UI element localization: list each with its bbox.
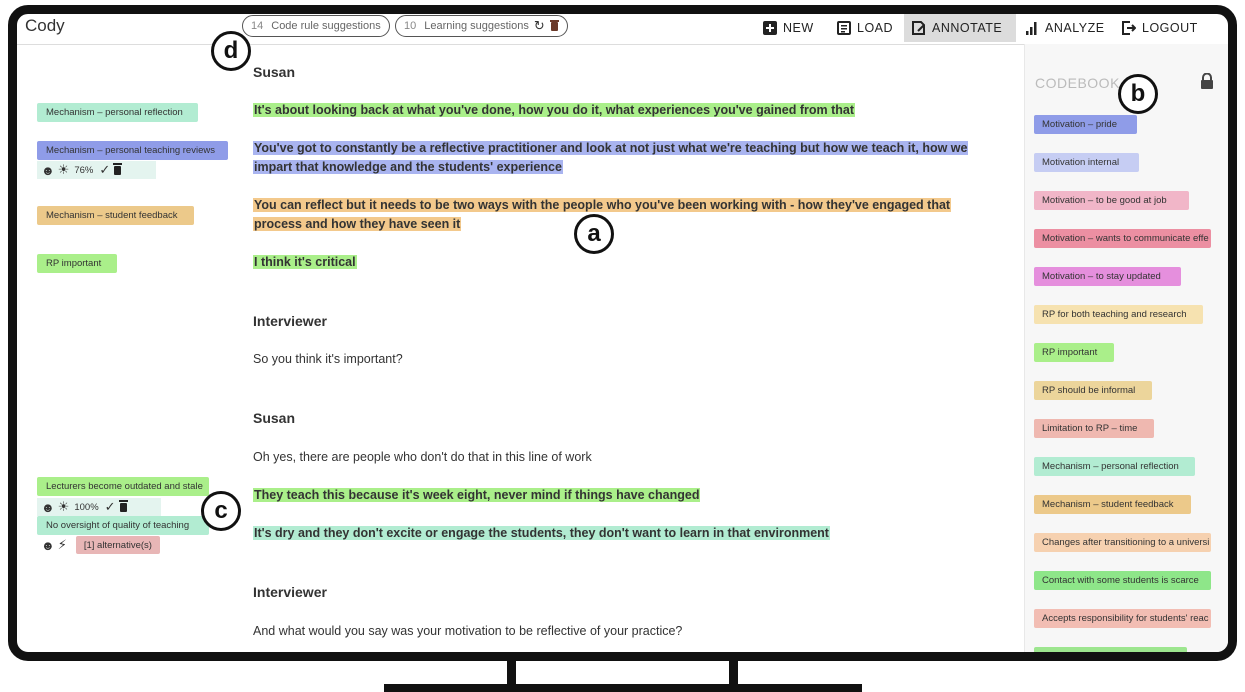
annotate-icon <box>912 21 926 35</box>
margin-code-student-feedback[interactable]: Mechanism – student feedback <box>37 206 194 225</box>
document-icon <box>837 21 851 35</box>
monitor-screen: Cody 14 Code rule suggestions 10 Learnin… <box>8 5 1237 661</box>
nav-new-label: NEW <box>783 21 814 35</box>
callout-c: c <box>201 491 241 531</box>
callout-b: b <box>1118 74 1158 114</box>
transcript-line[interactable]: They teach this because it's week eight,… <box>253 486 983 505</box>
codebook-item[interactable]: RP important <box>1034 343 1114 362</box>
lightning-icon: ⚡ <box>57 537 67 552</box>
speaker-label: Susan <box>253 410 296 426</box>
reject-trash-icon[interactable] <box>113 162 123 178</box>
suggestion-tools-outdated: ☻ ☀ 100% ✓ <box>37 498 161 516</box>
plus-box-icon <box>763 21 777 35</box>
trash-icon[interactable] <box>549 19 559 34</box>
accept-check-icon[interactable]: ✓ <box>99 162 110 178</box>
code-rule-suggestions-button[interactable]: 14 Code rule suggestions <box>242 15 390 37</box>
refresh-icon[interactable]: ↻ <box>534 18 545 34</box>
highlight-outdated[interactable]: They teach this because it's week eight,… <box>253 488 701 502</box>
codebook-item[interactable]: Motivation – wants to communicate effe <box>1034 229 1211 248</box>
logout-icon <box>1122 21 1137 35</box>
speaker-label: Susan <box>253 64 296 80</box>
learning-count: 10 <box>404 20 417 32</box>
codebook-item[interactable]: Motivation – pride <box>1034 115 1137 134</box>
learning-label: Learning suggestions <box>424 20 529 32</box>
highlight-oversight[interactable]: It's dry and they don't excite or engage… <box>253 526 830 540</box>
nav-new[interactable]: NEW <box>755 14 822 42</box>
nav-annotate[interactable]: ANNOTATE <box>904 14 1016 42</box>
codebook-item[interactable]: Mechanism – personal reflection <box>1034 457 1195 476</box>
robot-icon: ☻ <box>41 499 55 515</box>
transcript-line[interactable]: I think it's critical <box>253 253 983 272</box>
nav-annotate-label: ANNOTATE <box>932 21 1003 35</box>
transcript-line[interactable]: So you think it's important? <box>253 350 983 369</box>
highlight-rp-important[interactable]: I think it's critical <box>253 255 357 269</box>
transcript-line[interactable]: It's dry and they don't excite or engage… <box>253 524 983 543</box>
margin-code-personal-reflection[interactable]: Mechanism – personal reflection <box>37 103 198 122</box>
codebook-item[interactable]: RP should be informal <box>1034 381 1152 400</box>
codebook-item[interactable]: Limitation to RP – time <box>1034 419 1154 438</box>
transcript-line[interactable]: It's about looking back at what you've d… <box>253 101 983 120</box>
codebook-item[interactable]: RP for both teaching and research <box>1034 305 1203 324</box>
transcript-line[interactable]: You've got to constantly be a reflective… <box>253 139 983 177</box>
suggestion-tools-oversight: ☻ ⚡ [1] alternative(s) <box>37 536 182 554</box>
transcript-line[interactable]: Oh yes, there are people who don't do th… <box>253 448 983 467</box>
alternatives-badge[interactable]: [1] alternative(s) <box>75 536 160 554</box>
codebook-item[interactable]: Accepts responsibility for students' rea… <box>1034 609 1211 628</box>
nav-load[interactable]: LOAD <box>829 14 901 42</box>
speaker-label: Interviewer <box>253 584 327 600</box>
nav-analyze-label: ANALYZE <box>1045 21 1105 35</box>
code-rule-count: 14 <box>251 20 264 32</box>
code-rule-label: Code rule suggestions <box>271 20 381 32</box>
codebook-title: CODEBOOK <box>1035 75 1120 91</box>
lightbulb-icon: ☀ <box>57 162 70 177</box>
confidence-value: 76% <box>74 164 94 176</box>
top-bar: Cody 14 Code rule suggestions 10 Learnin… <box>17 14 1228 45</box>
codebook-item[interactable]: Motivation – to be good at job <box>1034 191 1189 210</box>
codebook-item[interactable]: Motivation – to stay updated <box>1034 267 1181 286</box>
lock-icon[interactable] <box>1200 72 1214 89</box>
learning-suggestions-button[interactable]: 10 Learning suggestions ↻ <box>395 15 568 37</box>
callout-d: d <box>211 31 251 71</box>
highlight-teaching-reviews[interactable]: You've got to constantly be a reflective… <box>253 141 969 174</box>
reject-trash-icon[interactable] <box>118 499 128 515</box>
accept-check-icon[interactable]: ✓ <box>105 499 116 515</box>
margin-code-oversight[interactable]: No oversight of quality of teaching <box>37 516 209 535</box>
robot-icon: ☻ <box>41 537 55 553</box>
confidence-value: 100% <box>74 501 99 513</box>
highlight-personal-reflection[interactable]: It's about looking back at what you've d… <box>253 103 855 117</box>
nav-analyze[interactable]: ANALYZE <box>1017 14 1113 42</box>
margin-code-rp-important[interactable]: RP important <box>37 254 117 273</box>
nav-logout[interactable]: LOGOUT <box>1114 14 1206 42</box>
codebook-item[interactable]: Motivation internal <box>1034 153 1139 172</box>
nav-load-label: LOAD <box>857 21 894 35</box>
monitor-stand-base <box>384 684 862 692</box>
codebook-item[interactable]: Changes after transitioning to a univers… <box>1034 533 1211 552</box>
codebook-item[interactable] <box>1034 647 1187 652</box>
speaker-label: Interviewer <box>253 313 327 329</box>
suggestion-tools-teaching-reviews: ☻ ☀ 76% ✓ <box>37 161 156 179</box>
codebook-item[interactable]: Mechanism – student feedback <box>1034 495 1191 514</box>
callout-a: a <box>574 214 614 254</box>
lightbulb-icon: ☀ <box>57 499 70 514</box>
margin-code-teaching-reviews[interactable]: Mechanism – personal teaching reviews <box>37 141 228 160</box>
robot-icon: ☻ <box>41 162 55 178</box>
nav-logout-label: LOGOUT <box>1142 21 1198 35</box>
transcript-line[interactable]: And what would you say was your motivati… <box>253 622 983 641</box>
codebook-item[interactable]: Contact with some students is scarce <box>1034 571 1211 590</box>
bar-chart-icon <box>1025 21 1039 35</box>
margin-code-outdated[interactable]: Lecturers become outdated and stale <box>37 477 209 496</box>
app-title: Cody <box>25 16 65 35</box>
